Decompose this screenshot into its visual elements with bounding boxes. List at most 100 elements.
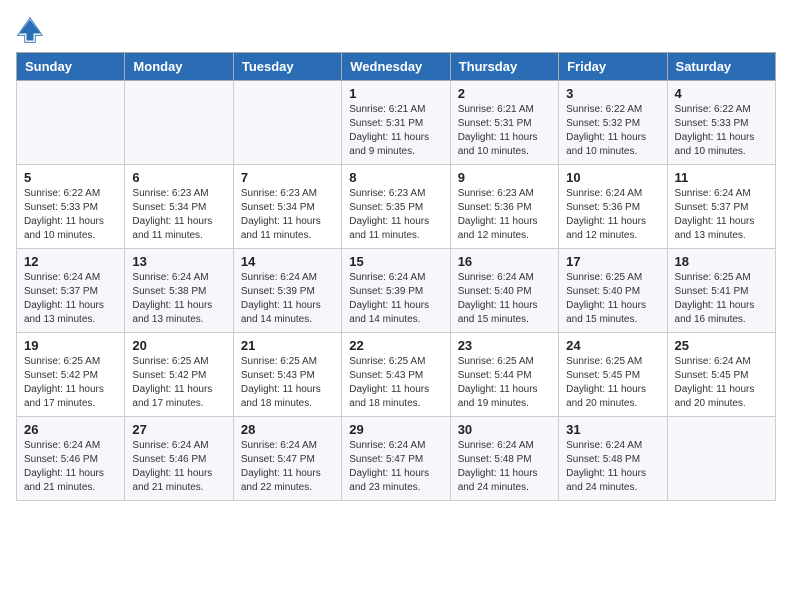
day-number: 10 (566, 170, 659, 185)
day-cell: 9 Sunrise: 6:23 AM Sunset: 5:36 PM Daylig… (450, 165, 558, 249)
day-number: 6 (132, 170, 225, 185)
day-number: 12 (24, 254, 117, 269)
day-number: 14 (241, 254, 334, 269)
day-info: Sunrise: 6:25 AM Sunset: 5:45 PM Dayligh… (566, 355, 659, 411)
header-day-saturday: Saturday (667, 53, 775, 81)
day-cell: 3Sunrise: 6:22 AM Sunset: 5:32 PM Daylig… (559, 81, 667, 165)
day-info: Sunrise: 6:22 AM Sunset: 5:32 PM Dayligh… (566, 103, 659, 159)
page-header (16, 16, 776, 44)
day-info: Sunrise: 6:23 AM Sunset: 5:34 PM Dayligh… (241, 187, 334, 243)
day-number: 19 (24, 338, 117, 353)
header-day-monday: Monday (125, 53, 233, 81)
day-cell: 7 Sunrise: 6:23 AM Sunset: 5:34 PM Daylig… (233, 165, 341, 249)
day-info: Sunrise: 6:25 AM Sunset: 5:40 PM Dayligh… (566, 271, 659, 327)
day-cell: 27Sunrise: 6:24 AM Sunset: 5:46 PM Dayli… (125, 417, 233, 501)
header-day-thursday: Thursday (450, 53, 558, 81)
day-cell: 13 Sunrise: 6:24 AM Sunset: 5:38 PM Dayli… (125, 249, 233, 333)
day-info: Sunrise: 6:23 AM Sunset: 5:35 PM Dayligh… (349, 187, 442, 243)
day-info: Sunrise: 6:24 AM Sunset: 5:39 PM Dayligh… (349, 271, 442, 327)
header-day-wednesday: Wednesday (342, 53, 450, 81)
day-info: Sunrise: 6:23 AM Sunset: 5:36 PM Dayligh… (458, 187, 551, 243)
header-day-sunday: Sunday (17, 53, 125, 81)
day-cell: 10 Sunrise: 6:24 AM Sunset: 5:36 PM Dayli… (559, 165, 667, 249)
day-cell: 4Sunrise: 6:22 AM Sunset: 5:33 PM Daylig… (667, 81, 775, 165)
day-number: 24 (566, 338, 659, 353)
day-number: 23 (458, 338, 551, 353)
day-cell: 16 Sunrise: 6:24 AM Sunset: 5:40 PM Dayli… (450, 249, 558, 333)
week-row-3: 12 Sunrise: 6:24 AM Sunset: 5:37 PM Dayli… (17, 249, 776, 333)
day-cell: 24 Sunrise: 6:25 AM Sunset: 5:45 PM Dayli… (559, 333, 667, 417)
day-number: 7 (241, 170, 334, 185)
day-cell: 29 Sunrise: 6:24 AM Sunset: 5:47 PM Dayli… (342, 417, 450, 501)
day-cell: 2 Sunrise: 6:21 AM Sunset: 5:31 PM Daylig… (450, 81, 558, 165)
week-row-4: 19 Sunrise: 6:25 AM Sunset: 5:42 PM Dayli… (17, 333, 776, 417)
day-info: Sunrise: 6:24 AM Sunset: 5:39 PM Dayligh… (241, 271, 334, 327)
day-info: Sunrise: 6:22 AM Sunset: 5:33 PM Dayligh… (24, 187, 117, 243)
day-number: 25 (675, 338, 768, 353)
header-day-friday: Friday (559, 53, 667, 81)
day-number: 16 (458, 254, 551, 269)
day-info: Sunrise: 6:21 AM Sunset: 5:31 PM Dayligh… (349, 103, 442, 159)
day-number: 1 (349, 86, 442, 101)
day-cell (667, 417, 775, 501)
day-info: Sunrise: 6:25 AM Sunset: 5:42 PM Dayligh… (132, 355, 225, 411)
day-cell: 31 Sunrise: 6:24 AM Sunset: 5:48 PM Dayli… (559, 417, 667, 501)
day-info: Sunrise: 6:25 AM Sunset: 5:43 PM Dayligh… (349, 355, 442, 411)
day-number: 13 (132, 254, 225, 269)
day-cell: 28Sunrise: 6:24 AM Sunset: 5:47 PM Dayli… (233, 417, 341, 501)
day-info: Sunrise: 6:24 AM Sunset: 5:47 PM Dayligh… (241, 439, 334, 495)
calendar-header: SundayMondayTuesdayWednesdayThursdayFrid… (17, 53, 776, 81)
day-info: Sunrise: 6:24 AM Sunset: 5:36 PM Dayligh… (566, 187, 659, 243)
day-number: 26 (24, 422, 117, 437)
day-cell: 11 Sunrise: 6:24 AM Sunset: 5:37 PM Dayli… (667, 165, 775, 249)
week-row-2: 5 Sunrise: 6:22 AM Sunset: 5:33 PM Daylig… (17, 165, 776, 249)
day-info: Sunrise: 6:24 AM Sunset: 5:45 PM Dayligh… (675, 355, 768, 411)
day-info: Sunrise: 6:24 AM Sunset: 5:37 PM Dayligh… (24, 271, 117, 327)
day-info: Sunrise: 6:24 AM Sunset: 5:37 PM Dayligh… (675, 187, 768, 243)
day-cell (125, 81, 233, 165)
day-number: 8 (349, 170, 442, 185)
day-info: Sunrise: 6:25 AM Sunset: 5:43 PM Dayligh… (241, 355, 334, 411)
day-number: 9 (458, 170, 551, 185)
day-cell: 14 Sunrise: 6:24 AM Sunset: 5:39 PM Dayli… (233, 249, 341, 333)
day-cell: 1 Sunrise: 6:21 AM Sunset: 5:31 PM Daylig… (342, 81, 450, 165)
day-cell: 18Sunrise: 6:25 AM Sunset: 5:41 PM Dayli… (667, 249, 775, 333)
day-number: 29 (349, 422, 442, 437)
day-info: Sunrise: 6:24 AM Sunset: 5:48 PM Dayligh… (458, 439, 551, 495)
day-cell: 15Sunrise: 6:24 AM Sunset: 5:39 PM Dayli… (342, 249, 450, 333)
day-cell: 6 Sunrise: 6:23 AM Sunset: 5:34 PM Daylig… (125, 165, 233, 249)
day-cell: 26 Sunrise: 6:24 AM Sunset: 5:46 PM Dayli… (17, 417, 125, 501)
day-info: Sunrise: 6:24 AM Sunset: 5:46 PM Dayligh… (132, 439, 225, 495)
day-cell (17, 81, 125, 165)
day-cell: 22Sunrise: 6:25 AM Sunset: 5:43 PM Dayli… (342, 333, 450, 417)
day-number: 30 (458, 422, 551, 437)
day-info: Sunrise: 6:21 AM Sunset: 5:31 PM Dayligh… (458, 103, 551, 159)
logo-icon (16, 16, 44, 44)
day-number: 17 (566, 254, 659, 269)
day-cell: 5 Sunrise: 6:22 AM Sunset: 5:33 PM Daylig… (17, 165, 125, 249)
day-info: Sunrise: 6:25 AM Sunset: 5:42 PM Dayligh… (24, 355, 117, 411)
day-info: Sunrise: 6:24 AM Sunset: 5:38 PM Dayligh… (132, 271, 225, 327)
day-info: Sunrise: 6:24 AM Sunset: 5:47 PM Dayligh… (349, 439, 442, 495)
day-info: Sunrise: 6:25 AM Sunset: 5:41 PM Dayligh… (675, 271, 768, 327)
calendar-table: SundayMondayTuesdayWednesdayThursdayFrid… (16, 52, 776, 501)
day-info: Sunrise: 6:23 AM Sunset: 5:34 PM Dayligh… (132, 187, 225, 243)
day-cell (233, 81, 341, 165)
day-cell: 12 Sunrise: 6:24 AM Sunset: 5:37 PM Dayli… (17, 249, 125, 333)
day-number: 5 (24, 170, 117, 185)
day-number: 2 (458, 86, 551, 101)
day-number: 31 (566, 422, 659, 437)
header-day-tuesday: Tuesday (233, 53, 341, 81)
day-number: 11 (675, 170, 768, 185)
logo (16, 16, 48, 44)
day-cell: 25 Sunrise: 6:24 AM Sunset: 5:45 PM Dayli… (667, 333, 775, 417)
day-cell: 8 Sunrise: 6:23 AM Sunset: 5:35 PM Daylig… (342, 165, 450, 249)
day-info: Sunrise: 6:24 AM Sunset: 5:40 PM Dayligh… (458, 271, 551, 327)
day-cell: 20Sunrise: 6:25 AM Sunset: 5:42 PM Dayli… (125, 333, 233, 417)
day-info: Sunrise: 6:24 AM Sunset: 5:46 PM Dayligh… (24, 439, 117, 495)
day-cell: 19 Sunrise: 6:25 AM Sunset: 5:42 PM Dayli… (17, 333, 125, 417)
day-info: Sunrise: 6:25 AM Sunset: 5:44 PM Dayligh… (458, 355, 551, 411)
day-info: Sunrise: 6:24 AM Sunset: 5:48 PM Dayligh… (566, 439, 659, 495)
day-cell: 17 Sunrise: 6:25 AM Sunset: 5:40 PM Dayli… (559, 249, 667, 333)
week-row-1: 1 Sunrise: 6:21 AM Sunset: 5:31 PM Daylig… (17, 81, 776, 165)
